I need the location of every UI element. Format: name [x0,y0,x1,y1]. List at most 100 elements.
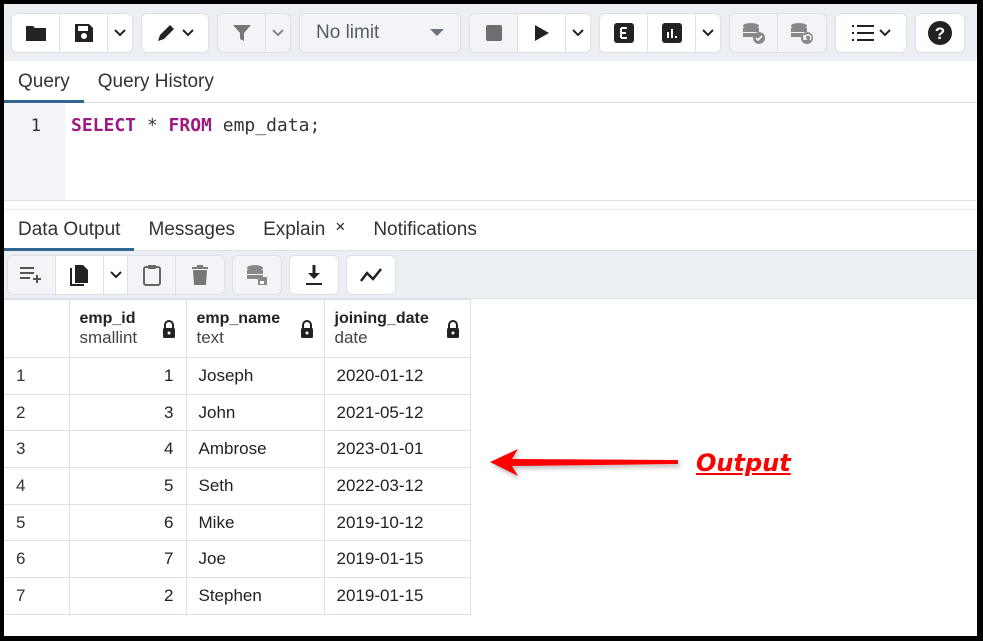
arrow-left-icon [490,449,678,476]
stop-button[interactable] [470,13,518,52]
tab-query[interactable]: Query [4,71,84,103]
cell-emp-id[interactable]: 5 [68,467,187,505]
row-number[interactable]: 6 [4,540,70,579]
output-annotation: Output [488,444,808,484]
table-row[interactable]: 1 1 Joseph 2020-01-12 [4,357,471,395]
download-button-group [289,254,339,295]
close-icon[interactable]: × [335,217,345,236]
row-number[interactable]: 3 [4,430,70,469]
tab-query-history[interactable]: Query History [84,71,228,102]
cell-joining-date[interactable]: 2019-10-12 [323,503,471,542]
filter-button-group [217,12,291,53]
row-number[interactable]: 2 [4,393,70,432]
cell-emp-id[interactable]: 4 [68,430,187,469]
paste-button[interactable] [128,255,176,294]
table-row[interactable]: 7 2 Stephen 2019-01-15 [4,577,471,615]
tab-explain[interactable]: Explain × [249,217,359,250]
code-line[interactable]: SELECT * FROM emp_data; [65,103,320,200]
cell-joining-date[interactable]: 2019-01-15 [323,540,471,579]
explain-button[interactable] [600,13,648,52]
table-row[interactable]: 2 3 John 2021-05-12 [4,393,471,432]
save-file-button[interactable] [60,13,108,52]
execute-options-dropdown[interactable] [566,14,590,52]
column-header-emp-name[interactable]: emp_name text [185,299,325,358]
macros-button-group [835,12,907,53]
tab-data-output[interactable]: Data Output [4,219,135,251]
sql-operator: * [136,115,169,136]
output-toolbar [4,251,977,299]
rollback-button[interactable] [778,14,826,52]
column-type: text [196,327,224,347]
cell-emp-name[interactable]: Seth [185,467,325,505]
table-row[interactable]: 6 7 Joe 2019-01-15 [4,540,471,579]
cell-emp-id[interactable]: 3 [68,393,187,432]
lock-icon [162,319,175,338]
graph-visualiser-button[interactable] [347,256,395,294]
cell-emp-name[interactable]: Mike [185,503,325,542]
copy-icon [69,264,88,286]
column-header-joining-date[interactable]: joining_date date [323,299,471,358]
execute-button-group [469,12,591,53]
cell-joining-date[interactable]: 2020-01-12 [323,357,471,395]
cell-emp-name[interactable]: Stephen [185,577,325,615]
cell-emp-name[interactable]: John [185,393,325,432]
column-type: smallint [79,327,138,347]
stop-icon [485,24,502,41]
chevron-down-icon [572,28,584,36]
execute-button[interactable] [518,13,566,52]
graph-button-group [346,254,396,295]
grid-header-row: emp_id smallint emp_name text joining_da… [4,299,471,358]
row-number[interactable]: 1 [4,357,70,395]
cell-emp-id[interactable]: 1 [68,357,187,395]
commit-button[interactable] [730,13,778,52]
chevron-down-icon [114,28,126,36]
chevron-down-icon [272,28,284,36]
filter-options-dropdown[interactable] [266,14,290,52]
cell-emp-id[interactable]: 2 [68,577,187,615]
delete-row-button[interactable] [176,256,224,294]
table-row[interactable]: 5 6 Mike 2019-10-12 [4,503,471,542]
edit-dropdown-button[interactable] [142,14,208,52]
cell-emp-id[interactable]: 7 [68,540,187,579]
filter-button[interactable] [218,13,266,52]
table-row[interactable]: 3 4 Ambrose 2023-01-01 [4,430,471,469]
save-options-dropdown[interactable] [108,14,132,52]
database-undo-icon [791,22,813,44]
save-data-button[interactable] [233,256,281,294]
chevron-down-icon [879,28,891,36]
chevron-down-icon [109,270,122,278]
explain-analyze-button[interactable] [648,13,696,52]
help-button[interactable]: ? [916,14,964,52]
row-number[interactable]: 5 [4,503,70,542]
row-number[interactable]: 4 [4,467,70,505]
cell-emp-id[interactable]: 6 [68,503,187,542]
copy-options-dropdown[interactable] [104,255,128,294]
sql-editor[interactable]: 1 SELECT * FROM emp_data; [4,103,977,201]
lock-icon [446,319,459,338]
row-number[interactable]: 7 [4,577,70,615]
open-file-button[interactable] [12,13,60,52]
explain-options-dropdown[interactable] [696,14,720,52]
funnel-icon [232,24,251,41]
file-button-group [11,12,133,53]
cell-emp-name[interactable]: Joseph [185,357,325,395]
cell-joining-date[interactable]: 2021-05-12 [323,393,471,432]
add-row-button[interactable] [8,255,56,294]
tab-messages[interactable]: Messages [134,219,249,250]
chevron-down-icon [182,28,194,36]
cell-joining-date[interactable]: 2023-01-01 [323,430,471,469]
cell-joining-date[interactable]: 2022-03-12 [323,467,471,505]
cell-emp-name[interactable]: Joe [185,540,325,579]
cell-joining-date[interactable]: 2019-01-15 [323,577,471,615]
cell-emp-name[interactable]: Ambrose [185,430,325,469]
macros-dropdown-button[interactable] [836,14,906,52]
tab-notifications[interactable]: Notifications [359,219,491,250]
table-row[interactable]: 4 5 Seth 2022-03-12 [4,467,471,505]
column-header-emp-id[interactable]: emp_id smallint [68,299,187,358]
row-limit-select-wrapper: No limit [299,12,461,53]
row-number-header [4,299,70,358]
row-limit-select[interactable]: No limit [300,13,460,52]
row-edit-button-group [7,254,225,295]
download-button[interactable] [290,256,338,294]
copy-button[interactable] [56,255,104,294]
